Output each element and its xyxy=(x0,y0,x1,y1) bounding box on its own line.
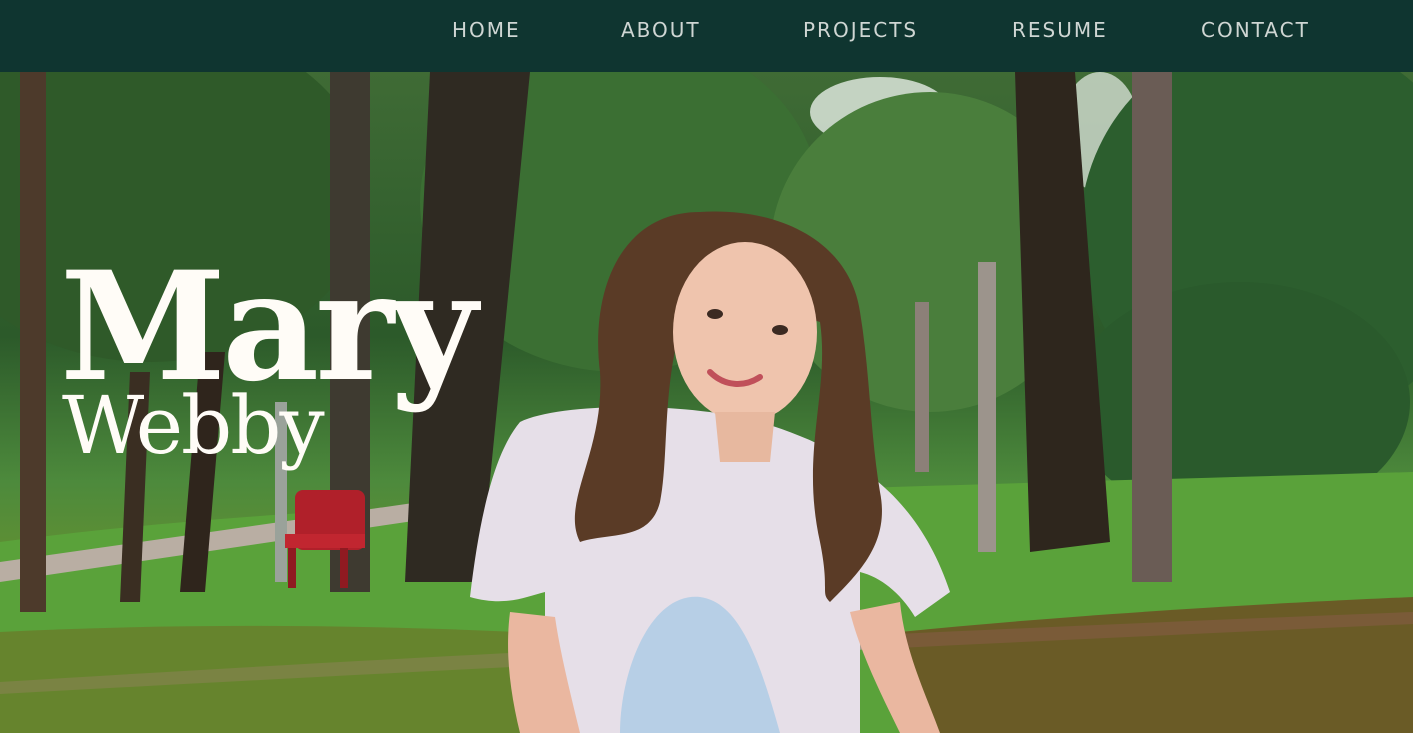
hero-last-name: Webby xyxy=(62,379,325,472)
nav-about-link[interactable]: ABOUT xyxy=(621,18,701,42)
nav-projects-link[interactable]: PROJECTS xyxy=(803,18,918,42)
nav-resume-link[interactable]: RESUME xyxy=(1012,18,1108,42)
top-navigation-bar: HOME ABOUT PROJECTS RESUME CONTACT xyxy=(0,0,1413,72)
nav-contact-link[interactable]: CONTACT xyxy=(1201,18,1310,42)
hero-section: Mary Webby xyxy=(0,72,1413,733)
nav-home-link[interactable]: HOME xyxy=(452,18,521,42)
